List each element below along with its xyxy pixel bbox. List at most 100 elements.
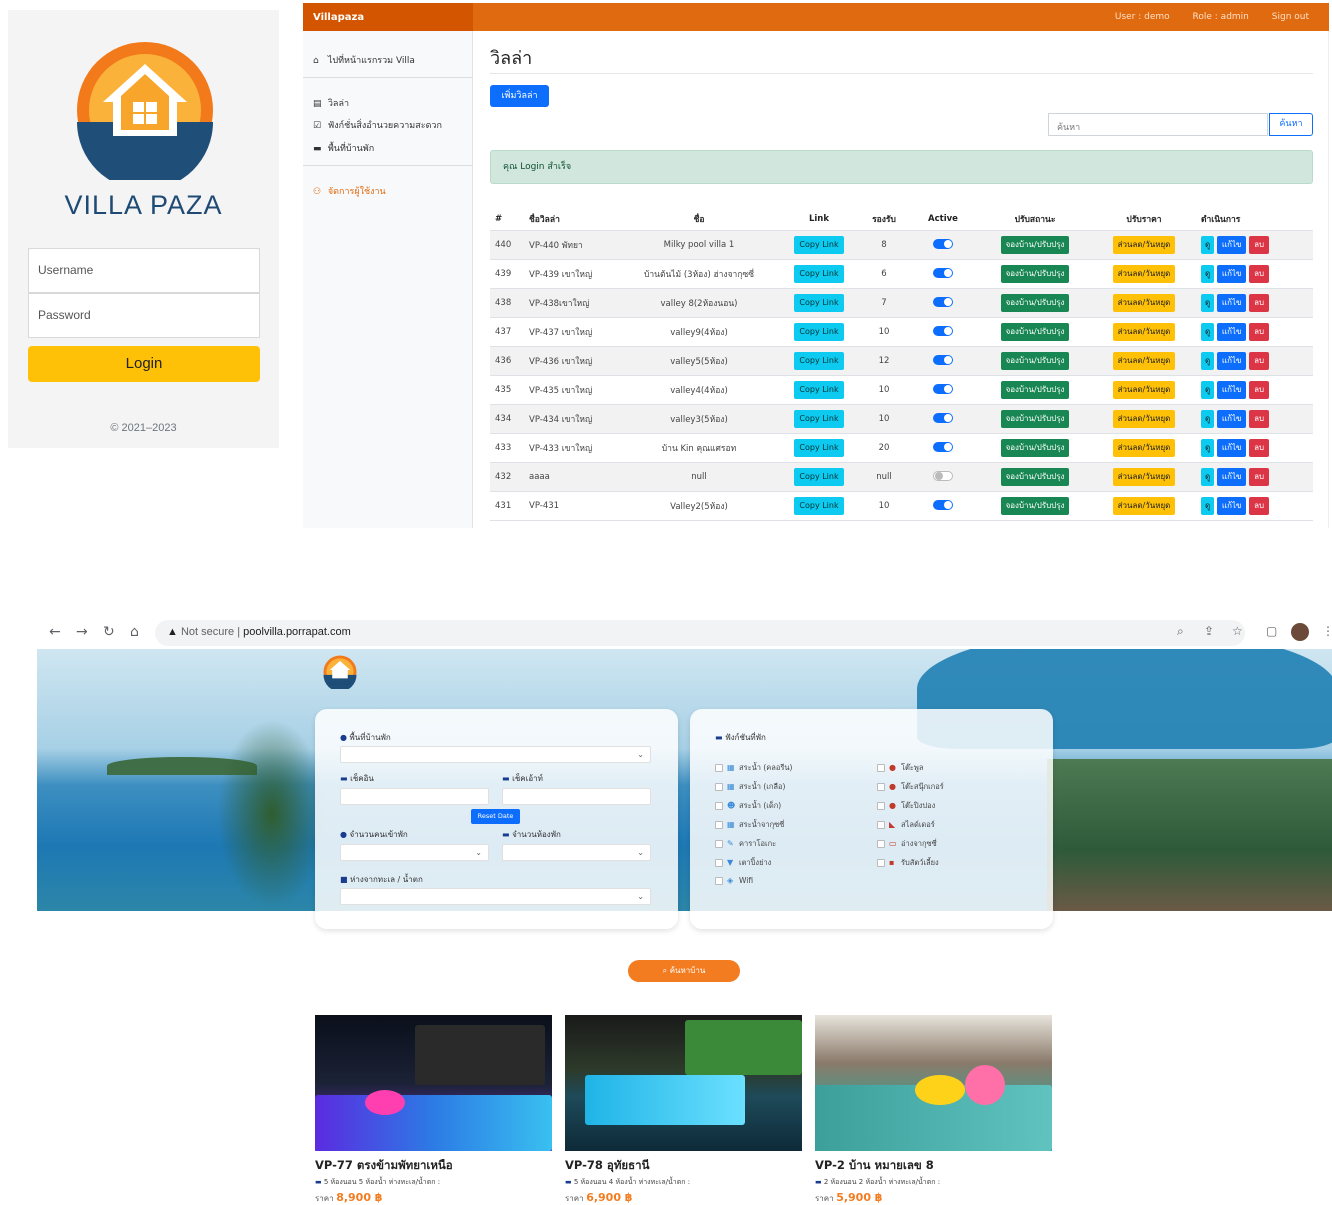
price-button[interactable]: ส่วนลด/วันหยุด: [1112, 235, 1176, 254]
sidebar-item-home[interactable]: ⌂ ไปที่หน้าแรกรวม Villa: [313, 53, 415, 67]
view-button[interactable]: ดู: [1201, 467, 1215, 486]
status-button[interactable]: จองบ้าน/ปรับปรุง: [1000, 380, 1070, 399]
edit-button[interactable]: แก้ไข: [1216, 351, 1247, 370]
search-button[interactable]: ค้นหา: [1269, 113, 1313, 136]
listing-name[interactable]: VP-2 บ้าน หมายเลข 8: [815, 1157, 1052, 1175]
delete-button[interactable]: ลบ: [1249, 322, 1270, 341]
reload-icon[interactable]: ↻: [103, 624, 115, 640]
listing-photo[interactable]: [815, 1015, 1052, 1151]
delete-button[interactable]: ลบ: [1249, 438, 1270, 457]
price-button[interactable]: ส่วนลด/วันหยุด: [1112, 380, 1176, 399]
amenity-checkbox[interactable]: ▭ อ่างจากุซซี่: [877, 838, 937, 850]
view-button[interactable]: ดู: [1201, 438, 1215, 457]
rooms-select[interactable]: ⌄: [502, 844, 651, 861]
amenity-checkbox[interactable]: ▦ สระน้ำ (เกลือ): [715, 781, 785, 793]
edit-button[interactable]: แก้ไข: [1216, 264, 1247, 283]
checkbox[interactable]: [715, 783, 723, 791]
listing-photo[interactable]: [315, 1015, 552, 1151]
status-button[interactable]: จองบ้าน/ปรับปรุง: [1000, 438, 1070, 457]
side-panel-icon[interactable]: ▢: [1266, 624, 1277, 638]
status-button[interactable]: จองบ้าน/ปรับปรุง: [1000, 496, 1070, 515]
status-button[interactable]: จองบ้าน/ปรับปรุง: [1000, 351, 1070, 370]
status-button[interactable]: จองบ้าน/ปรับปรุง: [1000, 264, 1070, 283]
amenity-checkbox[interactable]: ● โต๊ะสนุ๊กเกอร์: [877, 781, 944, 793]
delete-button[interactable]: ลบ: [1249, 293, 1270, 312]
status-button[interactable]: จองบ้าน/ปรับปรุง: [1000, 409, 1070, 428]
checkout-input[interactable]: [502, 788, 651, 805]
password-input[interactable]: Password: [28, 293, 260, 338]
view-button[interactable]: ดู: [1201, 380, 1215, 399]
amenity-checkbox[interactable]: ◈ Wifi: [715, 876, 753, 885]
delete-button[interactable]: ลบ: [1249, 264, 1270, 283]
sidebar-item-villa[interactable]: ▤ วิลล่า: [313, 96, 349, 110]
back-icon[interactable]: ←: [49, 624, 61, 640]
checkbox[interactable]: [715, 859, 723, 867]
star-icon[interactable]: ☆: [1232, 624, 1243, 638]
login-button[interactable]: Login: [28, 346, 260, 382]
view-button[interactable]: ดู: [1201, 293, 1215, 312]
username-input[interactable]: Username: [28, 248, 260, 293]
app-title[interactable]: Villapaza: [303, 3, 473, 31]
price-button[interactable]: ส่วนลด/วันหยุด: [1112, 264, 1176, 283]
share-icon[interactable]: ⇪: [1204, 624, 1214, 638]
amenity-checkbox[interactable]: ✎ คาราโอเกะ: [715, 838, 776, 850]
amenity-checkbox[interactable]: ● โต๊ะปิงปอง: [877, 800, 935, 812]
view-button[interactable]: ดู: [1201, 351, 1215, 370]
listing-photo[interactable]: [565, 1015, 802, 1151]
copy-link-button[interactable]: Copy Link: [794, 264, 844, 283]
active-toggle[interactable]: [933, 355, 953, 366]
active-toggle[interactable]: [933, 297, 953, 308]
edit-button[interactable]: แก้ไข: [1216, 467, 1247, 486]
status-button[interactable]: จองบ้าน/ปรับปรุง: [1000, 467, 1070, 486]
add-villa-button[interactable]: เพิ่มวิลล่า: [490, 85, 549, 107]
checkbox[interactable]: [877, 859, 885, 867]
view-button[interactable]: ดู: [1201, 235, 1215, 254]
delete-button[interactable]: ลบ: [1249, 235, 1270, 254]
more-icon[interactable]: ⋮: [1322, 624, 1332, 638]
checkin-input[interactable]: [340, 788, 489, 805]
edit-button[interactable]: แก้ไข: [1216, 380, 1247, 399]
view-button[interactable]: ดู: [1201, 264, 1215, 283]
checkbox[interactable]: [877, 840, 885, 848]
copy-link-button[interactable]: Copy Link: [794, 351, 844, 370]
checkbox[interactable]: [877, 821, 885, 829]
price-button[interactable]: ส่วนลด/วันหยุด: [1112, 322, 1176, 341]
amenity-checkbox[interactable]: ▼ เตาปิ้งย่าง: [715, 857, 771, 869]
delete-button[interactable]: ลบ: [1249, 409, 1270, 428]
forward-icon[interactable]: →: [76, 624, 88, 640]
edit-button[interactable]: แก้ไข: [1216, 235, 1247, 254]
edit-button[interactable]: แก้ไข: [1216, 293, 1247, 312]
copy-link-button[interactable]: Copy Link: [794, 235, 844, 254]
active-toggle[interactable]: [933, 500, 953, 511]
price-button[interactable]: ส่วนลด/วันหยุด: [1112, 438, 1176, 457]
delete-button[interactable]: ลบ: [1249, 467, 1270, 486]
sidebar-item-amenities[interactable]: ☑ ฟังก์ชั่นสิ่งอำนวยความสะดวก: [313, 118, 442, 132]
price-button[interactable]: ส่วนลด/วันหยุด: [1112, 467, 1176, 486]
checkbox[interactable]: [715, 840, 723, 848]
checkbox[interactable]: [715, 764, 723, 772]
sidebar-item-users[interactable]: ⚇ จัดการผู้ใช้งาน: [313, 184, 386, 198]
delete-button[interactable]: ลบ: [1249, 496, 1270, 515]
active-toggle[interactable]: [933, 413, 953, 424]
checkbox[interactable]: [715, 821, 723, 829]
amenity-checkbox[interactable]: ◣ สไลด์เดอร์: [877, 819, 935, 831]
copy-link-button[interactable]: Copy Link: [794, 293, 844, 312]
amenity-checkbox[interactable]: ▦ สระน้ำจากุซซี่: [715, 819, 784, 831]
amenity-checkbox[interactable]: ▪ รับสัตว์เลี้ยง: [877, 857, 939, 869]
checkbox[interactable]: [877, 783, 885, 791]
price-button[interactable]: ส่วนลด/วันหยุด: [1112, 293, 1176, 312]
status-button[interactable]: จองบ้าน/ปรับปรุง: [1000, 293, 1070, 312]
price-button[interactable]: ส่วนลด/วันหยุด: [1112, 409, 1176, 428]
edit-button[interactable]: แก้ไข: [1216, 409, 1247, 428]
guests-select[interactable]: ⌄: [340, 844, 489, 861]
listing-card[interactable]: VP-78 อุทัยธานี ▬ 5 ห้องนอน 4 ห้องน้ำ ห่…: [565, 1015, 802, 1205]
delete-button[interactable]: ลบ: [1249, 351, 1270, 370]
checkbox[interactable]: [877, 802, 885, 810]
distance-select[interactable]: ⌄: [340, 888, 651, 905]
amenity-checkbox[interactable]: ▦ สระน้ำ (คลอรีน): [715, 762, 792, 774]
address-bar[interactable]: ▲ Not secure | poolvilla.porrapat.com: [155, 620, 1245, 646]
sidebar-item-areas[interactable]: ▬ พื้นที่บ้านพัก: [313, 141, 374, 155]
signout-link[interactable]: Sign out: [1272, 12, 1309, 22]
listing-name[interactable]: VP-78 อุทัยธานี: [565, 1157, 802, 1175]
listing-card[interactable]: VP-2 บ้าน หมายเลข 8 ▬ 2 ห้องนอน 2 ห้องน้…: [815, 1015, 1052, 1205]
